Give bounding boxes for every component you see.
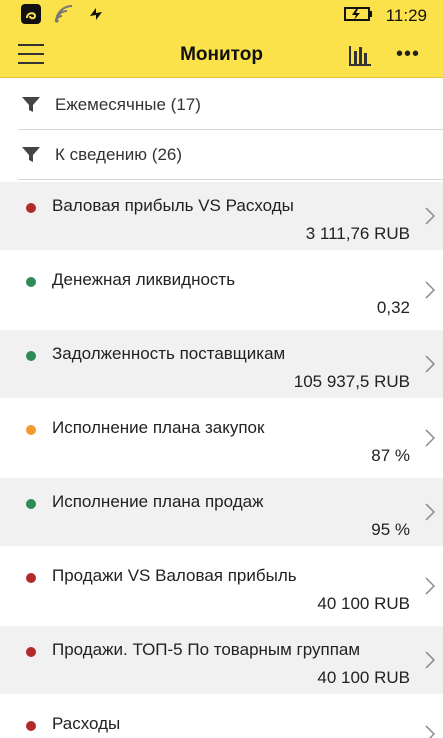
list-item[interactable]: Денежная ликвидность 0,32 [0, 256, 443, 324]
chevron-right-icon [425, 725, 435, 738]
status-bar: 11:29 [0, 0, 443, 32]
filter-label: К сведению (26) [55, 145, 183, 164]
sync-icon [86, 4, 106, 29]
status-dot-red [26, 203, 36, 213]
list-item[interactable]: Расходы [0, 700, 443, 738]
chevron-right-icon [425, 503, 435, 521]
status-dot-red [26, 573, 36, 583]
indicator-name: Исполнение плана закупок [52, 418, 265, 437]
chevron-right-icon [425, 281, 435, 299]
indicator-name: Продажи. ТОП-5 По товарным группам [52, 640, 361, 659]
status-dot-red [26, 721, 36, 731]
indicator-value: 0,32 [376, 298, 410, 317]
chevron-right-icon [425, 429, 435, 447]
status-dot-orange [26, 425, 36, 435]
indicator-name: Продажи VS Валовая прибыль [52, 566, 297, 585]
list-item[interactable]: Валовая прибыль VS Расходы 3 111,76 RUB [0, 182, 443, 250]
more-options-button[interactable]: ••• [392, 42, 424, 68]
chevron-right-icon [425, 651, 435, 669]
indicator-name: Исполнение плана продаж [52, 492, 264, 511]
chevron-right-icon [425, 207, 435, 225]
indicator-value: 40 100 RUB [317, 668, 410, 687]
filter-icon [22, 147, 40, 168]
list-item[interactable]: Продажи. ТОП-5 По товарным группам 40 10… [0, 626, 443, 694]
indicator-value: 87 % [371, 446, 410, 465]
status-dot-red [26, 647, 36, 657]
page-title: Монитор [180, 44, 263, 65]
status-dot-green [26, 277, 36, 287]
wifi-signal-icon [54, 4, 74, 29]
indicator-name: Денежная ликвидность [52, 270, 236, 289]
indicator-name: Валовая прибыль VS Расходы [52, 196, 294, 215]
list-item[interactable]: Исполнение плана продаж 95 % [0, 478, 443, 546]
battery-charging-icon [343, 5, 374, 28]
indicator-value: 40 100 RUB [317, 594, 410, 613]
filter-monthly[interactable]: Ежемесячные (17) [18, 80, 443, 130]
filter-for-info[interactable]: К сведению (26) [18, 130, 443, 180]
app-bar: Монитор ••• [0, 32, 443, 78]
indicator-name: Задолженность поставщикам [52, 344, 286, 363]
filter-label: Ежемесячные (17) [55, 95, 201, 114]
bar-chart-icon[interactable] [347, 42, 373, 68]
indicator-value: 95 % [371, 520, 410, 539]
status-dot-green [26, 351, 36, 361]
list-item[interactable]: Задолженность поставщикам 105 937,5 RUB [0, 330, 443, 398]
indicator-value: 3 111,76 RUB [305, 224, 410, 243]
chevron-right-icon [425, 355, 435, 373]
filter-icon [22, 97, 40, 118]
indicator-value: 105 937,5 RUB [293, 372, 410, 391]
chevron-right-icon [425, 577, 435, 595]
app-notification-icon [20, 3, 42, 30]
status-dot-green [26, 499, 36, 509]
list-item[interactable]: Исполнение плана закупок 87 % [0, 404, 443, 472]
clock: 11:29 [385, 6, 427, 25]
indicator-name: Расходы [52, 714, 121, 733]
list-item[interactable]: Продажи VS Валовая прибыль 40 100 RUB [0, 552, 443, 620]
